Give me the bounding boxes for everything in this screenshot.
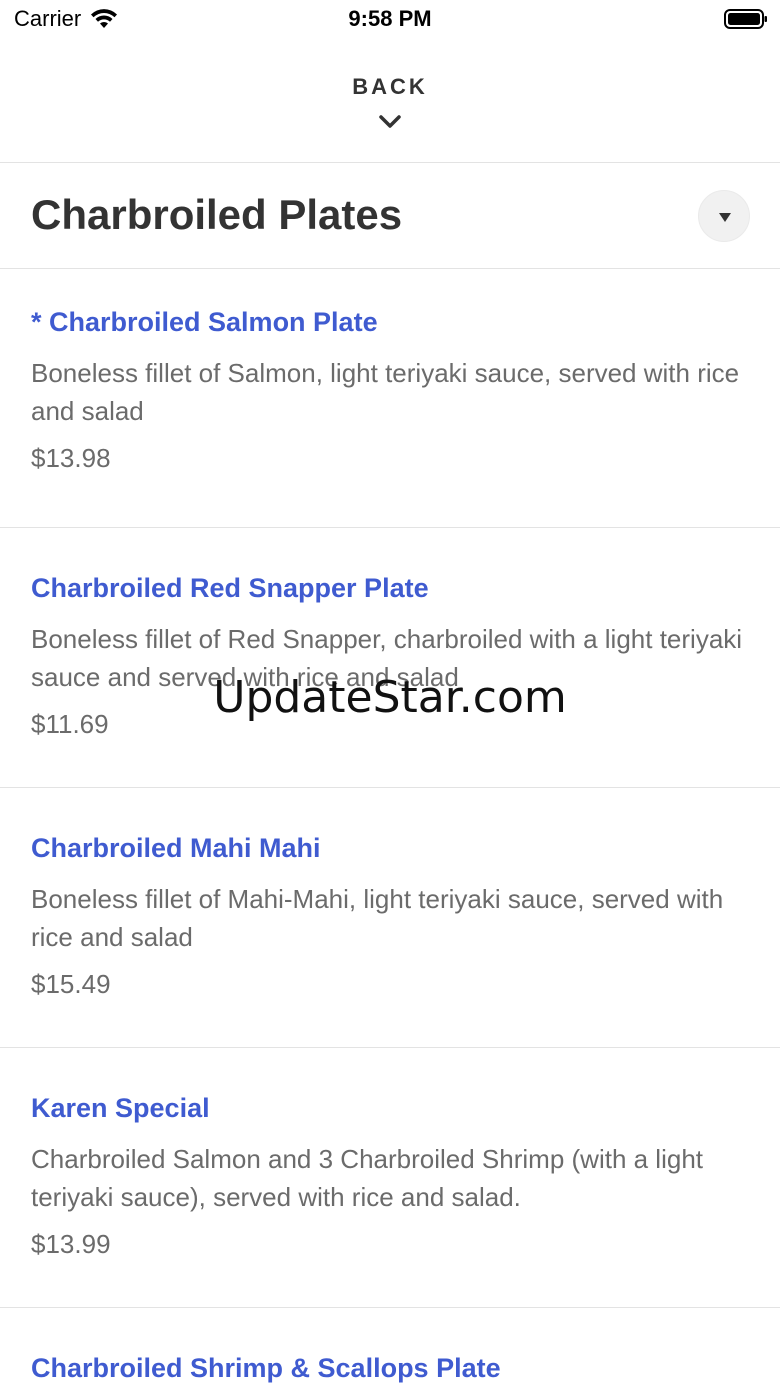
item-name[interactable]: Charbroiled Mahi Mahi bbox=[31, 833, 321, 864]
menu-item[interactable]: Charbroiled Mahi Mahi Boneless fillet of… bbox=[0, 788, 780, 1048]
item-price: $11.69 bbox=[31, 709, 109, 739]
section-toggle-button[interactable] bbox=[698, 190, 750, 242]
item-name[interactable]: Charbroiled Shrimp & Scallops Plate bbox=[31, 1353, 501, 1384]
back-button[interactable]: BACK bbox=[0, 74, 780, 100]
item-price: $13.98 bbox=[31, 443, 111, 473]
back-header[interactable]: BACK bbox=[0, 40, 780, 163]
item-description: Boneless fillet of Mahi-Mahi, light teri… bbox=[31, 884, 724, 952]
section-header: Charbroiled Plates bbox=[0, 163, 780, 269]
menu-item[interactable]: * Charbroiled Salmon Plate Boneless fill… bbox=[0, 269, 780, 528]
item-price: $15.49 bbox=[31, 969, 111, 999]
status-bar: Carrier 9:58 PM bbox=[0, 0, 780, 40]
item-description: Boneless fillet of Salmon, light teriyak… bbox=[31, 358, 740, 426]
section-title: Charbroiled Plates bbox=[31, 191, 403, 238]
menu-item[interactable]: Karen Special Charbroiled Salmon and 3 C… bbox=[0, 1048, 780, 1308]
item-description: Boneless fillet of Red Snapper, charbroi… bbox=[31, 624, 743, 692]
battery-icon bbox=[724, 9, 767, 29]
item-name[interactable]: * Charbroiled Salmon Plate bbox=[31, 307, 378, 338]
clock: 9:58 PM bbox=[348, 6, 432, 31]
menu-item[interactable]: Charbroiled Shrimp & Scallops Plate bbox=[0, 1308, 780, 1398]
item-description: Charbroiled Salmon and 3 Charbroiled Shr… bbox=[31, 1144, 704, 1212]
item-name[interactable]: Charbroiled Red Snapper Plate bbox=[31, 573, 429, 604]
item-price: $13.99 bbox=[31, 1229, 111, 1259]
triangle-down-icon bbox=[719, 213, 731, 222]
menu-item[interactable]: Charbroiled Red Snapper Plate Boneless f… bbox=[0, 528, 780, 788]
item-name[interactable]: Karen Special bbox=[31, 1093, 210, 1124]
menu-list: * Charbroiled Salmon Plate Boneless fill… bbox=[0, 269, 780, 1398]
chevron-down-icon[interactable] bbox=[378, 114, 402, 130]
